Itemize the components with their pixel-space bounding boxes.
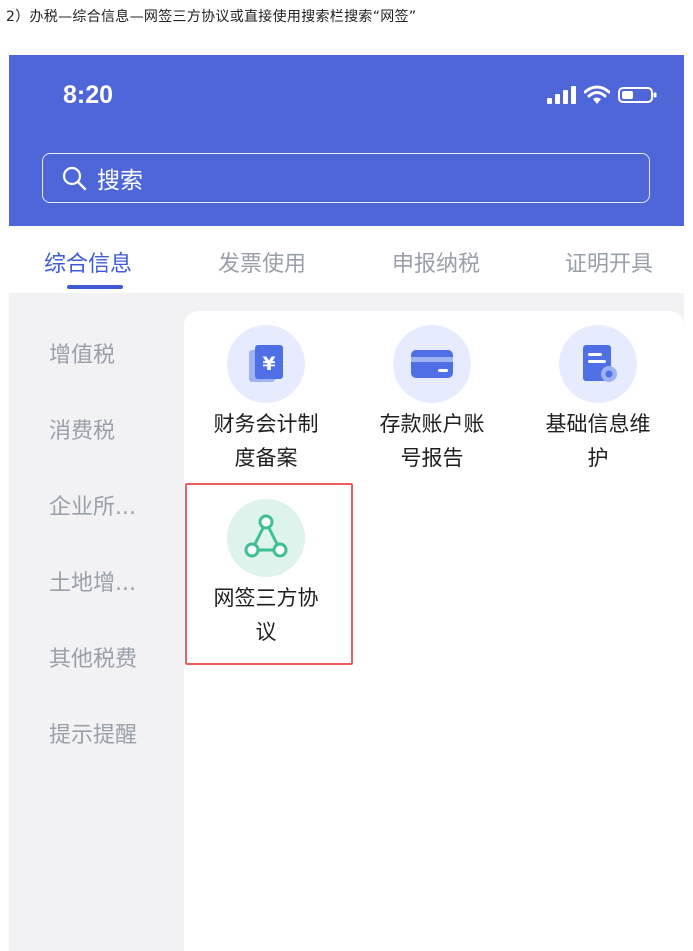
active-tab-indicator <box>67 285 123 289</box>
search-bar[interactable]: 搜索 <box>42 153 650 203</box>
service-bank-account-report[interactable]: 存款账户账 号报告 <box>350 325 514 475</box>
app-header: 8:20 搜索 <box>9 55 684 226</box>
sidebar-item-land-value-tax[interactable]: 土地增... <box>49 565 136 597</box>
battery-icon <box>618 87 657 103</box>
service-label: 存款账户账 号报告 <box>379 412 485 470</box>
instruction-caption: 2）办税—综合信息—网签三方协议或直接使用搜索栏搜索“网签” <box>6 9 417 25</box>
sidebar-item-reminders[interactable]: 提示提醒 <box>49 717 137 749</box>
tab-tax-filing[interactable]: 申报纳税 <box>392 246 480 278</box>
sidebar-item-other-taxes[interactable]: 其他税费 <box>49 641 137 673</box>
status-icons <box>546 85 658 105</box>
phone-screen: 8:20 搜索 综合信息 发票使用 申报纳税 证明开具 增值税 消费税 企业所.… <box>9 55 684 951</box>
sidebar-item-consumption-tax[interactable]: 消费税 <box>49 413 115 445</box>
search-placeholder: 搜索 <box>97 168 143 194</box>
service-label: 基础信息维护 <box>545 412 651 470</box>
wifi-icon <box>584 85 610 104</box>
tab-certificate[interactable]: 证明开具 <box>565 246 653 278</box>
tab-bar: 综合信息 发票使用 申报纳税 证明开具 <box>9 226 684 293</box>
svg-text:¥: ¥ <box>262 353 275 375</box>
info-maintenance-icon <box>559 325 637 403</box>
tab-invoice-use[interactable]: 发票使用 <box>218 246 306 278</box>
service-basic-info-maintenance[interactable]: 基础信息维护 <box>516 325 680 475</box>
sidebar-item-corporate-income-tax[interactable]: 企业所... <box>49 489 136 521</box>
service-finance-filing[interactable]: ¥ 财务会计制 度备案 <box>184 325 348 475</box>
service-label: 财务会计制 度备案 <box>213 412 319 470</box>
bank-card-icon <box>393 325 471 403</box>
status-time: 8:20 <box>63 81 114 109</box>
search-icon <box>62 166 87 191</box>
tab-comprehensive-info[interactable]: 综合信息 <box>44 246 132 278</box>
highlight-box <box>185 483 353 665</box>
finance-filing-icon: ¥ <box>227 325 305 403</box>
sidebar-item-vat[interactable]: 增值税 <box>49 337 115 369</box>
category-sidebar: 增值税 消费税 企业所... 土地增... 其他税费 提示提醒 <box>9 293 184 951</box>
signal-icon <box>547 86 576 104</box>
